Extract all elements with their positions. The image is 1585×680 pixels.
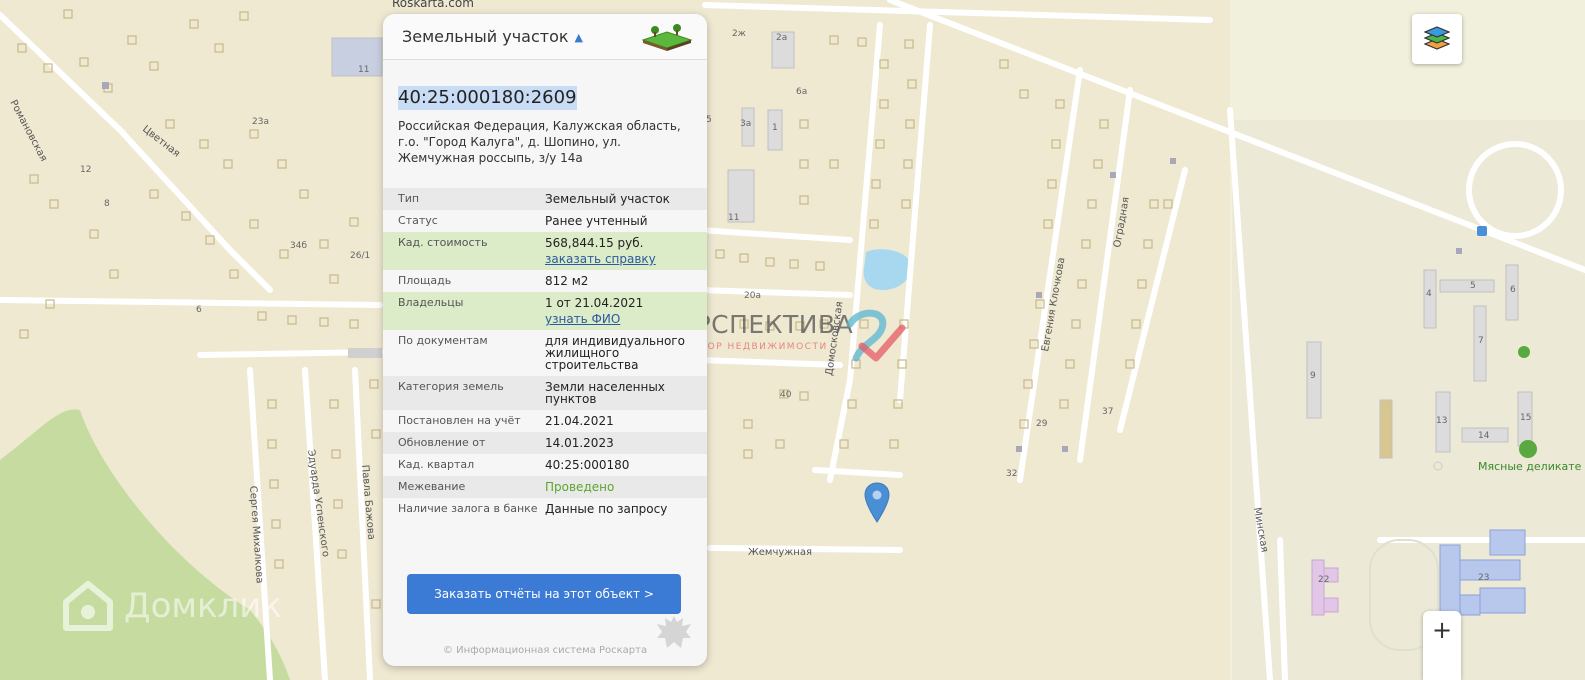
row-label: Межевание xyxy=(398,480,466,493)
house-number: 15 xyxy=(1520,413,1531,423)
house-number: 23 xyxy=(1478,573,1489,583)
street-label-zhemchuzhnaya: Жемчужная xyxy=(748,547,812,558)
row-label: Кад. стоимость xyxy=(398,236,488,249)
row-label: Кад. квартал xyxy=(398,458,475,471)
owner-name-link[interactable]: узнать ФИО xyxy=(545,313,690,325)
parcel-address: Российская Федерация, Калужская область,… xyxy=(398,119,681,165)
shop-icon xyxy=(1518,346,1530,358)
house-number: 14 xyxy=(1478,431,1490,441)
house-number: 32 xyxy=(1006,469,1017,479)
panel-title: Земельный участок xyxy=(402,27,569,46)
cadastral-number[interactable]: 40:25:000180:2609 xyxy=(398,86,577,110)
row-value: 21.04.2021 xyxy=(545,414,614,428)
info-table: Тип Земельный участок Статус Ранее учтен… xyxy=(383,188,707,520)
table-row: Владельцы 1 от 21.04.2021 узнать ФИО xyxy=(383,292,707,330)
order-certificate-link[interactable]: заказать справку xyxy=(545,253,690,265)
row-value-with-link: 568,844.15 руб. заказать справку xyxy=(545,237,690,265)
layers-button[interactable] xyxy=(1412,14,1462,64)
table-row: Статус Ранее учтенный xyxy=(383,210,707,232)
house-number: 20а xyxy=(744,291,761,301)
parcel-info-panel: Земельный участок ▲ 40:25:000180:2609 Ро… xyxy=(383,14,707,666)
table-row: Обновление от 14.01.2023 xyxy=(383,432,707,454)
house-number: 3а xyxy=(740,119,751,129)
table-row: Кад. квартал 40:25:000180 xyxy=(383,454,707,476)
row-label: Площадь xyxy=(398,274,452,287)
row-value: 14.01.2023 xyxy=(545,436,614,450)
map-source-label: Roskarta.com xyxy=(392,0,474,10)
copyright-text: © Информационная система Роскарта xyxy=(442,645,648,656)
table-row: Тип Земельный участок xyxy=(383,188,707,210)
house-number: 29 xyxy=(1036,419,1048,429)
house-number: 5 xyxy=(1470,281,1476,291)
location-pin-icon[interactable] xyxy=(864,482,890,524)
owners-value: 1 от 21.04.2021 xyxy=(545,296,644,310)
panel-header[interactable]: Земельный участок ▲ xyxy=(383,14,707,60)
house-number: 11 xyxy=(728,213,739,223)
row-value: Земли населенных пунктов xyxy=(545,380,665,406)
shop-poi-label[interactable]: Мясные деликате xyxy=(1478,460,1581,473)
row-label: Статус xyxy=(398,214,438,227)
house-number: 7 xyxy=(1478,336,1484,346)
map-canvas[interactable]: Цветная Романовская Эдуарда Успенского П… xyxy=(0,0,1585,680)
house-number: 9 xyxy=(1310,371,1316,381)
row-label: По документам xyxy=(398,334,488,347)
land-plot-icon xyxy=(641,23,693,51)
table-row: Площадь 812 м2 xyxy=(383,270,707,292)
cadastral-value: 568,844.15 руб. xyxy=(545,236,644,250)
row-value-with-link: 1 от 21.04.2021 узнать ФИО xyxy=(545,297,690,325)
survey-status-value: Проведено xyxy=(545,480,615,494)
house-number: 40 xyxy=(780,390,792,400)
row-label: Категория земель xyxy=(398,380,504,393)
row-label: Владельцы xyxy=(398,296,464,309)
house-number: 2а xyxy=(776,33,787,43)
order-reports-button[interactable]: Заказать отчёты на этот объект > xyxy=(407,574,681,614)
house-number: 6 xyxy=(1510,285,1516,295)
table-row: Категория земель Земли населенных пункто… xyxy=(383,376,707,410)
layers-icon xyxy=(1424,26,1450,50)
house-number: 6 xyxy=(196,305,202,315)
house-number: 13 xyxy=(1436,416,1447,426)
table-row: По документам для индивидуального жилищн… xyxy=(383,330,707,376)
house-number: 22 xyxy=(1318,575,1329,585)
house-number: 8 xyxy=(104,199,110,209)
row-label: Тип xyxy=(398,192,420,205)
house-number: 6а xyxy=(796,87,807,97)
house-number: 1 xyxy=(772,123,778,133)
table-row: Наличие залога в банке Данные по запросу xyxy=(383,498,707,520)
row-value: для индивидуального жилищного строительс… xyxy=(545,334,685,372)
row-value: Ранее учтенный xyxy=(545,214,648,228)
zoom-in-button[interactable]: + xyxy=(1423,611,1461,680)
table-row: Кад. стоимость 568,844.15 руб. заказать … xyxy=(383,232,707,270)
bus-stop-icon xyxy=(1477,226,1487,236)
row-value: Земельный участок xyxy=(545,192,670,206)
house-number: 4 xyxy=(1426,289,1432,299)
table-row: Постановлен на учёт 21.04.2021 xyxy=(383,410,707,432)
house-number: 26/1 xyxy=(350,251,370,261)
row-label: Наличие залога в банке xyxy=(398,502,538,515)
meat-shop-icon xyxy=(1519,440,1537,458)
house-number: 23а xyxy=(252,117,269,127)
house-number: 2ж xyxy=(732,29,746,39)
house-number: 11 xyxy=(358,65,369,75)
chevron-up-icon[interactable]: ▲ xyxy=(575,31,583,44)
row-label: Постановлен на учёт xyxy=(398,414,521,427)
row-value: Данные по запросу xyxy=(545,502,668,516)
house-number: 12 xyxy=(80,165,91,175)
house-number: 37 xyxy=(1102,407,1113,417)
row-label: Обновление от xyxy=(398,436,486,449)
house-number: 34б xyxy=(290,241,307,251)
row-value: 812 м2 xyxy=(545,274,589,288)
plus-icon: + xyxy=(1431,616,1453,644)
row-value: 40:25:000180 xyxy=(545,458,630,472)
table-row: Межевание Проведено xyxy=(383,476,707,498)
